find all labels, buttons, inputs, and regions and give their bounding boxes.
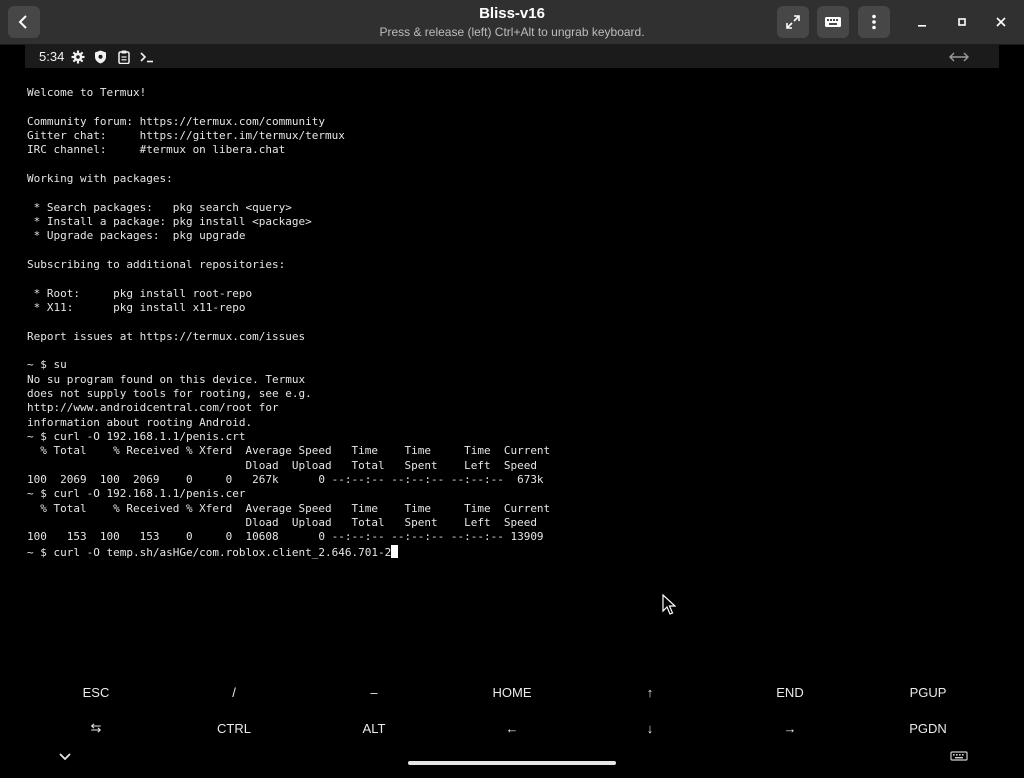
mouse-pointer-icon xyxy=(662,594,676,615)
extra-key[interactable]: ↓ xyxy=(577,710,723,746)
fullscreen-button[interactable] xyxy=(777,6,809,38)
extra-key[interactable]: HOME xyxy=(439,674,585,710)
android-status-bar: 5:34 xyxy=(25,45,999,68)
extra-key[interactable]: – xyxy=(301,674,447,710)
terminal-line: * Search packages: pkg search <query> xyxy=(27,200,292,214)
terminal-line: Working with packages: xyxy=(27,171,173,185)
terminal-line: Welcome to Termux! xyxy=(27,86,147,99)
chevron-down-icon[interactable] xyxy=(58,750,72,764)
terminal-command-input[interactable]: ~ $ curl -O temp.sh/asHGe/com.roblox.cli… xyxy=(27,546,391,559)
extra-key[interactable]: ⇆ xyxy=(23,710,169,746)
window-titlebar: Bliss-v16 Press & release (left) Ctrl+Al… xyxy=(0,0,1024,45)
terminal-line: information about rooting Android. xyxy=(27,415,253,429)
terminal-line: * Install a package: pkg install <packag… xyxy=(27,214,312,228)
terminal-line: % Total % Received % Xferd Average Speed… xyxy=(27,444,551,458)
close-icon xyxy=(996,17,1006,27)
terminal-icon xyxy=(140,52,153,63)
terminal-line: No su program found on this device. Term… xyxy=(27,372,306,386)
terminal-line: 100 2069 100 2069 0 0 267k 0 --:--:-- --… xyxy=(27,472,544,486)
terminal-line: IRC channel: #termux on libera.chat xyxy=(27,143,286,157)
terminal-line: 100 153 100 153 0 0 10608 0 --:--:-- --:… xyxy=(27,530,544,544)
extra-keys-bar: ESC / – HOME ↑ END PGUP ⇆ CTRL ALT ← ↓ → PGDN xyxy=(0,674,1024,746)
extra-key[interactable]: ← xyxy=(439,710,585,746)
extra-key[interactable]: ESC xyxy=(23,674,169,710)
maximize-icon xyxy=(958,18,966,26)
terminal-line: does not supply tools for rooting, see e… xyxy=(27,386,312,400)
extra-key[interactable]: ALT xyxy=(301,710,447,746)
extra-key[interactable]: ↑ xyxy=(577,674,723,710)
terminal-line: ~ $ curl -O 192.168.1.1/penis.crt xyxy=(27,429,246,443)
fullscreen-icon xyxy=(786,15,800,29)
terminal-line: Report issues at https://termux.com/issu… xyxy=(27,329,306,343)
navigation-bar xyxy=(0,746,1024,778)
terminal-output[interactable]: Welcome to Termux! Community forum: https… xyxy=(27,86,987,566)
terminal-cursor xyxy=(391,544,399,558)
terminal-line: Dload Upload Total Spent Left Speed xyxy=(27,515,537,529)
terminal-line: % Total % Received % Xferd Average Speed… xyxy=(27,501,551,515)
kebab-menu-icon xyxy=(872,14,876,30)
maximize-button[interactable] xyxy=(948,6,976,38)
extra-key[interactable]: / xyxy=(161,674,307,710)
keyboard-icon xyxy=(825,17,841,27)
terminal-prompt-line[interactable]: ~ $ curl -O temp.sh/asHGe/com.roblox.cli… xyxy=(27,544,987,559)
terminal-line: * Upgrade packages: pkg upgrade xyxy=(27,229,246,243)
terminal-line: * X11: pkg install x11-repo xyxy=(27,300,246,314)
terminal-line: * Root: pkg install root-repo xyxy=(27,286,253,300)
extra-key[interactable]: END xyxy=(717,674,863,710)
menu-button[interactable] xyxy=(858,6,890,38)
terminal-line: ~ $ su xyxy=(27,358,67,372)
shield-icon xyxy=(95,50,106,64)
clipboard-icon xyxy=(118,50,130,64)
terminal-line: Subscribing to additional repositories: xyxy=(27,257,286,271)
keyboard-grab-button[interactable] xyxy=(817,6,849,38)
extra-key[interactable]: PGDN xyxy=(855,710,1001,746)
terminal-line: Dload Upload Total Spent Left Speed xyxy=(27,458,537,472)
extra-key[interactable]: CTRL xyxy=(161,710,307,746)
terminal-line: Gitter chat: https://gitter.im/termux/te… xyxy=(27,128,345,142)
keyboard-icon[interactable] xyxy=(950,750,968,764)
terminal-line: ~ $ curl -O 192.168.1.1/penis.cer xyxy=(27,487,246,501)
terminal-line: http://www.androidcentral.com/root for xyxy=(27,401,279,415)
minimize-icon xyxy=(918,25,926,27)
home-gesture-handle[interactable] xyxy=(408,761,616,765)
gear-icon xyxy=(71,50,85,64)
extra-key[interactable]: PGUP xyxy=(855,674,1001,710)
minimize-button[interactable] xyxy=(908,6,936,38)
terminal-line: Community forum: https://termux.com/comm… xyxy=(27,114,326,128)
close-button[interactable] xyxy=(987,6,1015,38)
status-time: 5:34 xyxy=(39,49,65,64)
swap-icon xyxy=(949,52,969,62)
extra-key[interactable]: → xyxy=(717,710,863,746)
